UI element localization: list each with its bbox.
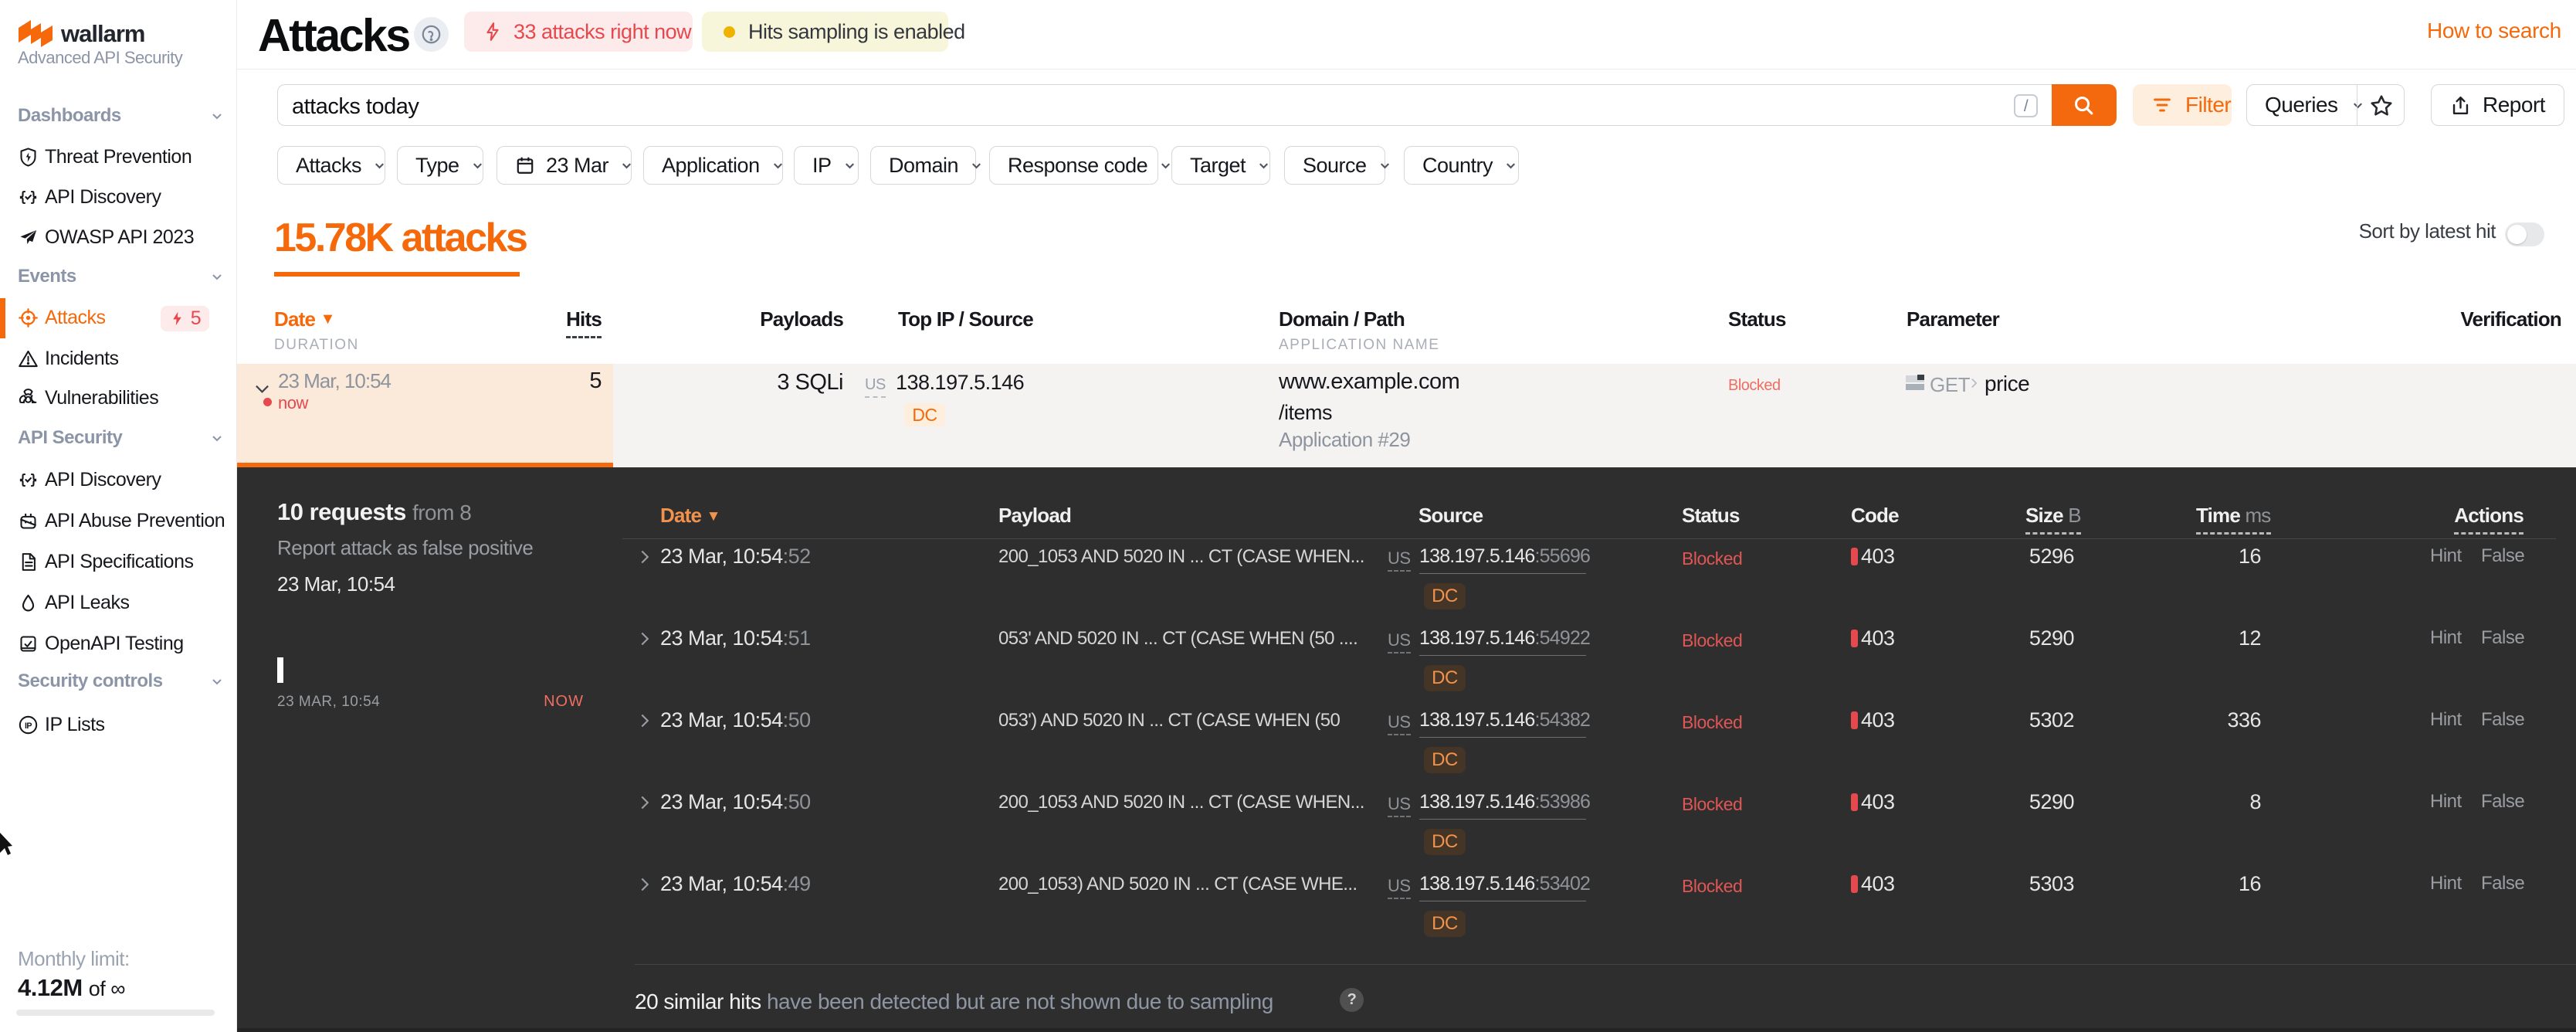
svg-text:IP: IP: [25, 721, 32, 731]
